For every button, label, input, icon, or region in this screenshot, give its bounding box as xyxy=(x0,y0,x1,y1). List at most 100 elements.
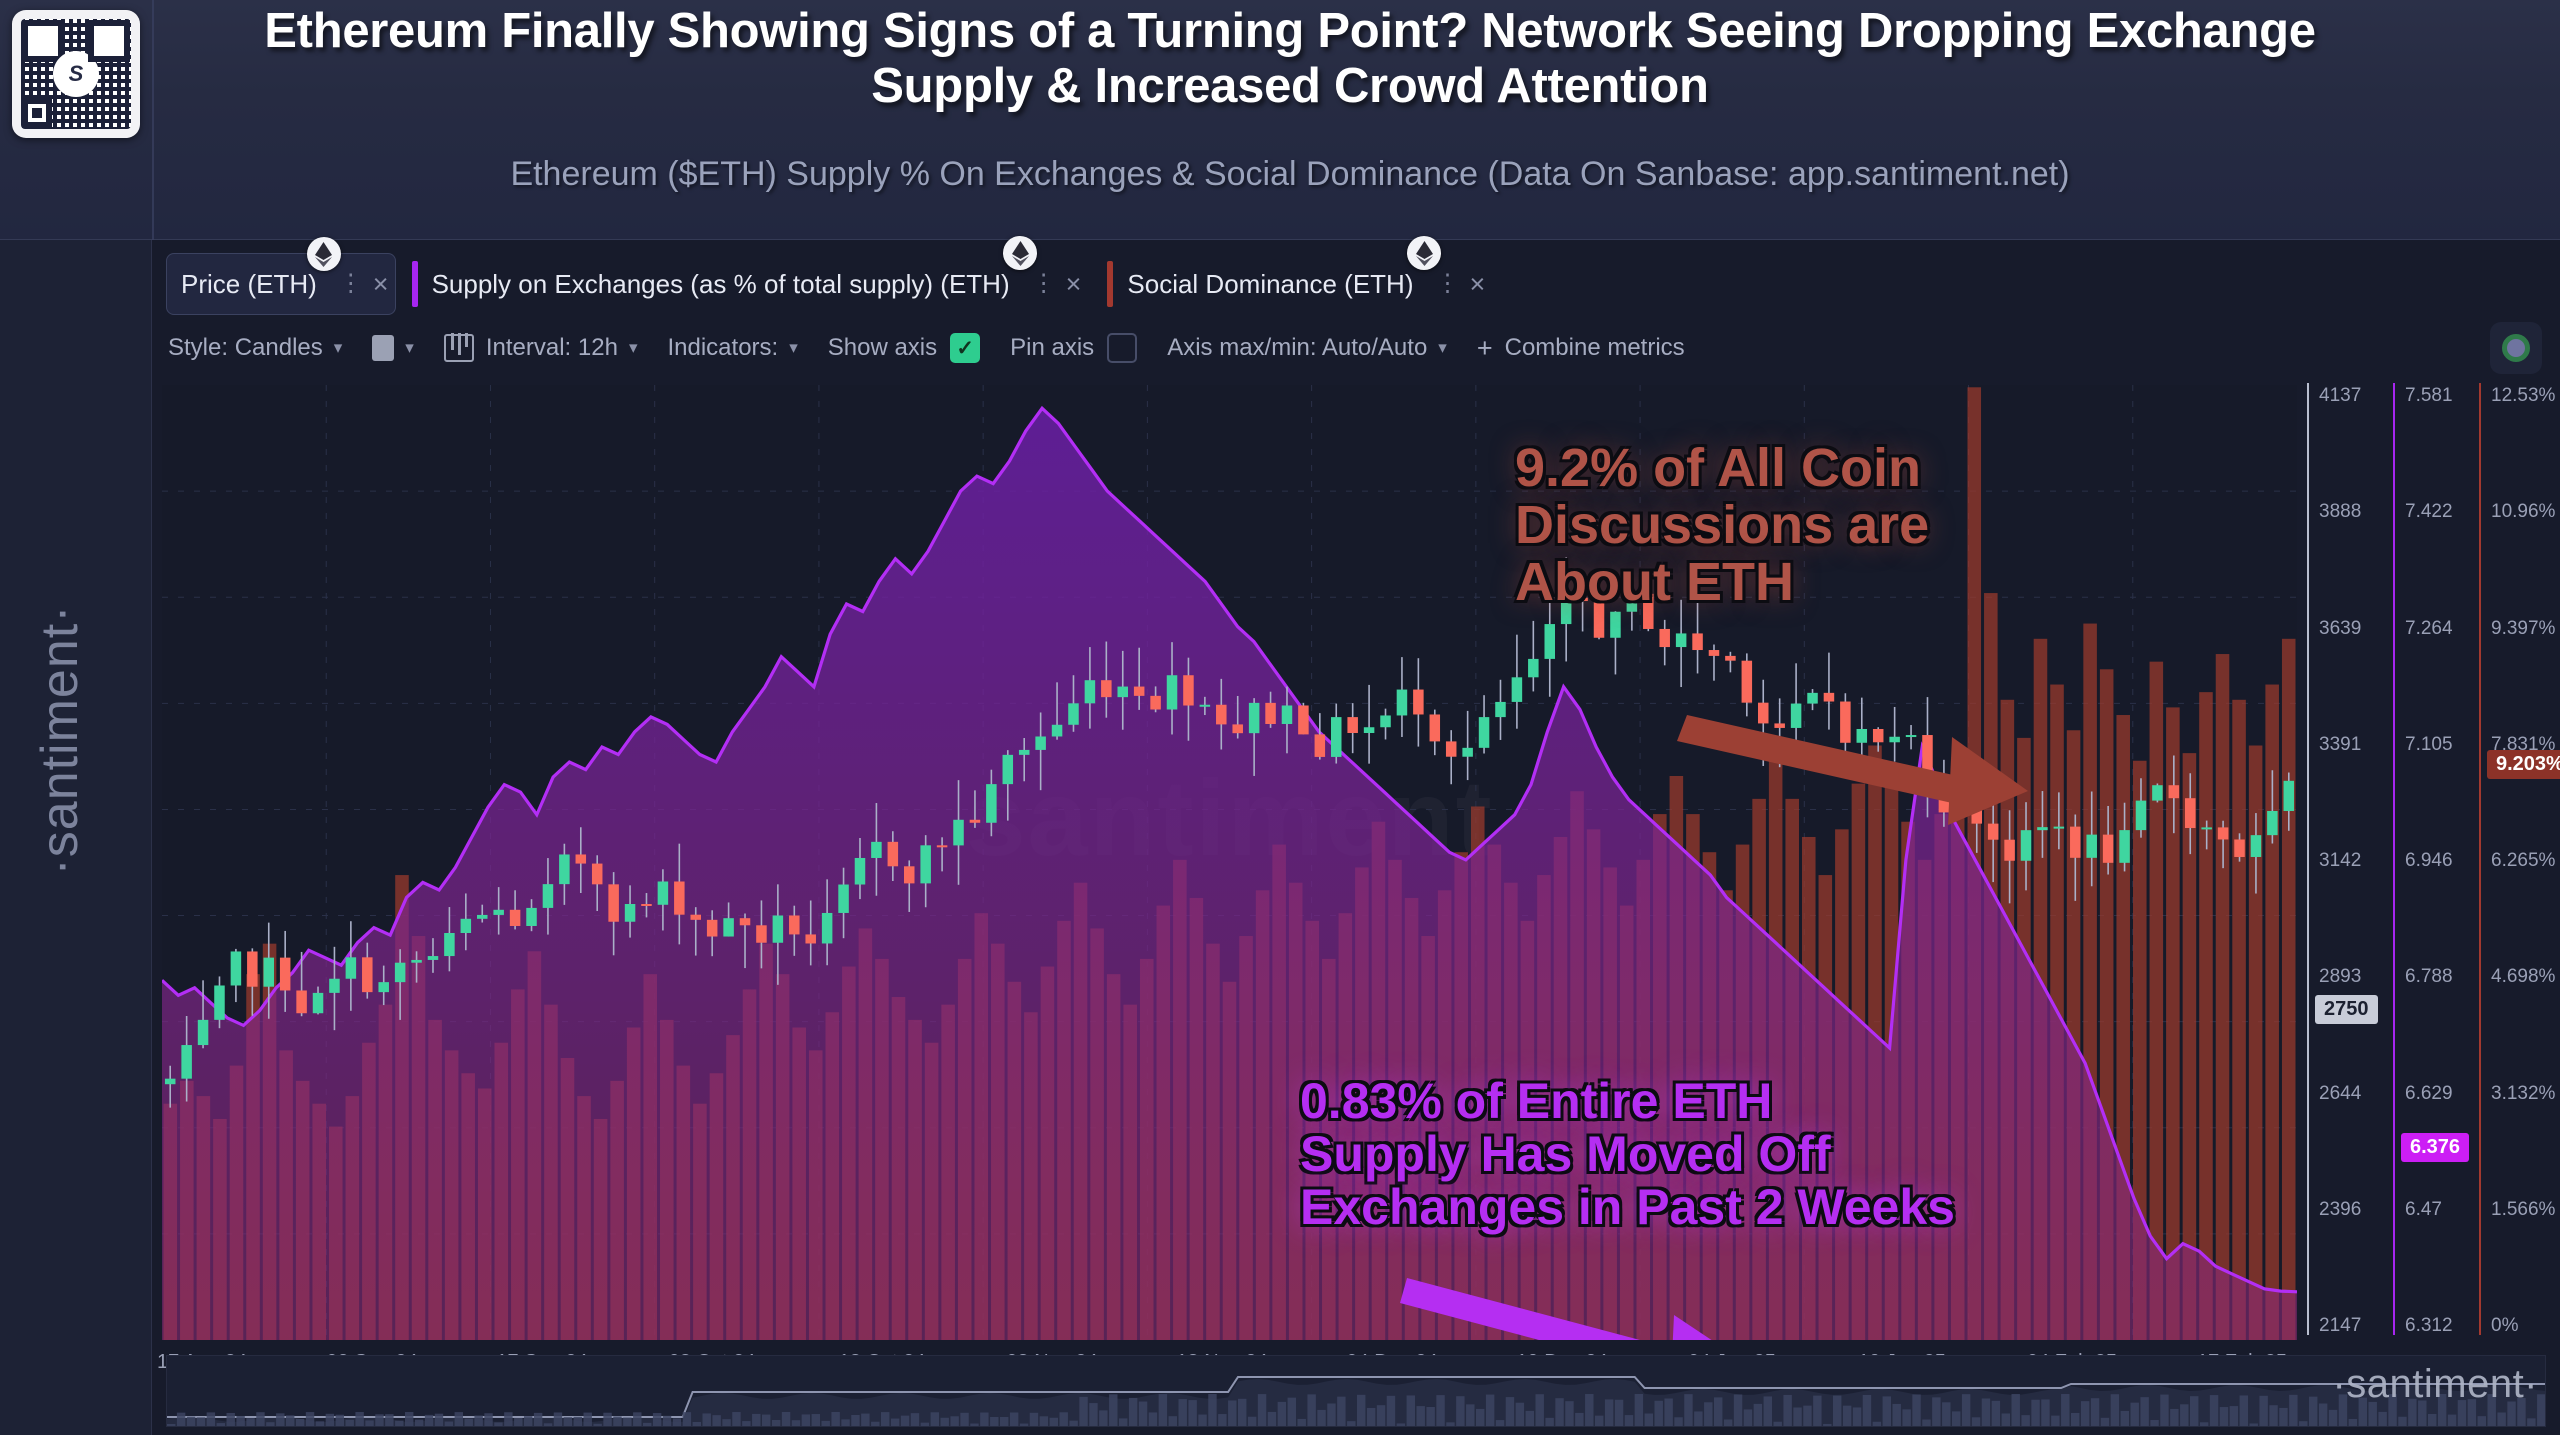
show-axis-checkbox[interactable]: ✓ xyxy=(950,333,981,363)
color-swatch-dropdown[interactable]: ▾ xyxy=(372,335,414,361)
chevron-down-icon: ▾ xyxy=(628,338,638,357)
red-arrow-icon xyxy=(1677,715,2028,825)
annotation-arrows xyxy=(1400,715,2028,1340)
style-dropdown[interactable]: Style: Candles ▾ xyxy=(168,334,342,362)
live-status-icon xyxy=(2502,334,2530,362)
axis-line xyxy=(2393,383,2395,1335)
pin-axis-checkbox[interactable] xyxy=(1107,333,1138,363)
axis-tick-label: 6.946 xyxy=(2405,850,2453,871)
plus-icon: + xyxy=(1476,332,1493,363)
axis-tick-label: 1.566% xyxy=(2491,1198,2556,1220)
left-sidebar: ·santiment· xyxy=(0,240,152,1435)
axis-tick-label: 10.96% xyxy=(2491,501,2556,523)
axis-line xyxy=(2479,383,2481,1335)
minimap-svg xyxy=(167,1376,2545,1426)
page-title: Ethereum Finally Showing Signs of a Turn… xyxy=(264,4,2316,113)
metric-chip-label: Price (ETH) xyxy=(181,268,317,299)
qr-pattern: S xyxy=(21,19,131,129)
axis-current-value-tag: 9.203% xyxy=(2487,750,2560,779)
axis-tick-label: 7.105 xyxy=(2405,733,2453,755)
axis-tick-label: 3639 xyxy=(2319,617,2362,639)
metric-menu-icon[interactable]: ⋮ xyxy=(1435,272,1459,296)
annotation-supply: 0.83% of Entire ETH Supply Has Moved Off… xyxy=(1300,1073,1955,1235)
axis-tick-label: 6.312 xyxy=(2405,1315,2453,1336)
metric-chip-1[interactable]: Supply on Exchanges (as % of total suppl… xyxy=(411,236,1092,315)
axis-line xyxy=(2307,383,2309,1335)
chart-container: santiment 4137 3888 3639 3391 3142 2893 2644 23… xyxy=(152,383,2560,1435)
axis-minmax-label: Axis max/min: Auto/Auto xyxy=(1167,334,1428,361)
metric-chip-label: Social Dominance (ETH) xyxy=(1127,268,1414,299)
axis-tick-label: 4137 xyxy=(2319,385,2362,406)
axis-current-value-tag: 6.376 xyxy=(2401,1133,2470,1162)
chevron-down-icon: ▾ xyxy=(789,338,798,357)
chevron-down-icon: ▾ xyxy=(405,338,414,357)
qr-logo: S xyxy=(53,51,99,97)
axis-tick-label: 7.422 xyxy=(2405,501,2453,523)
qr-code[interactable]: S xyxy=(12,10,140,138)
axis-tick-label: 3142 xyxy=(2319,850,2362,871)
axis-tick-label: 2147 xyxy=(2319,1315,2362,1336)
axis-tick-label: 6.629 xyxy=(2405,1082,2453,1104)
combine-metrics-button[interactable]: + Combine metrics xyxy=(1477,333,1685,364)
show-axis-toggle[interactable]: Show axis ✓ xyxy=(827,333,981,363)
axis-tick-label: 12.53% xyxy=(2491,385,2556,406)
axis-minmax-dropdown[interactable]: Axis max/min: Auto/Auto ▾ xyxy=(1167,334,1447,362)
magenta-arrow-icon xyxy=(1400,1278,1712,1340)
metric-close-icon[interactable]: × xyxy=(1066,269,1082,300)
eth-diamond-icon xyxy=(1003,236,1038,270)
axis-tick-label: 6.47 xyxy=(2405,1198,2442,1220)
sidebar-watermark: ·santiment· xyxy=(31,604,89,876)
axis-current-value-tag: 2750 xyxy=(2315,995,2378,1024)
annotation-social-dominance: 9.2% of All Coin Discussions are About E… xyxy=(1515,438,1930,613)
axis-tick-label: 9.397% xyxy=(2491,617,2556,639)
eth-diamond-icon xyxy=(306,237,341,271)
chevron-down-icon: ▾ xyxy=(333,338,343,357)
metric-close-icon[interactable]: × xyxy=(1469,269,1485,300)
header-divider xyxy=(152,0,154,240)
qr-finder-bottom-left xyxy=(22,98,52,128)
axis-tick-label: 2396 xyxy=(2319,1198,2362,1220)
plot-area[interactable]: santiment xyxy=(162,385,2297,1340)
show-axis-label: Show axis xyxy=(827,334,938,361)
metric-chip-row: Price (ETH) ⋮ × Supply on Exchanges (as % o… xyxy=(166,236,1511,320)
supply-axis[interactable]: 7.581 7.422 7.264 7.105 6.946 6.788 6.629 6.47 6… xyxy=(2393,375,2479,1350)
right-axes: 4137 3888 3639 3391 3142 2893 2644 2396 2147 2750… xyxy=(2307,375,2560,1350)
pin-axis-toggle[interactable]: Pin axis xyxy=(1010,333,1138,363)
price-axis[interactable]: 4137 3888 3639 3391 3142 2893 2644 2396 2147 2750 xyxy=(2307,375,2393,1350)
santiment-logo: ·santiment· xyxy=(2332,1362,2538,1406)
page-subtitle: Ethereum ($ETH) Supply % On Exchanges & … xyxy=(510,155,2070,193)
candlestick-icon xyxy=(443,333,474,362)
axis-tick-label: 3888 xyxy=(2319,501,2362,523)
color-swatch-icon xyxy=(372,335,395,361)
status-indicator-button[interactable] xyxy=(2490,322,2542,374)
chevron-down-icon: ▾ xyxy=(1438,338,1447,357)
range-selector-minimap[interactable] xyxy=(166,1355,2546,1427)
metric-color-bar xyxy=(1107,261,1114,307)
chart-toolbar: Style: Candles ▾ ▾ Interval: 12h ▾ Indic… xyxy=(168,328,1715,368)
axis-tick-label: 0% xyxy=(2491,1315,2519,1336)
metric-color-bar xyxy=(411,261,418,307)
combine-metrics-label: Combine metrics xyxy=(1504,334,1685,361)
style-label: Style: Candles xyxy=(168,334,323,361)
axis-tick-label: 7.264 xyxy=(2405,617,2453,639)
interval-label: Interval: 12h xyxy=(485,334,618,361)
interval-dropdown[interactable]: Interval: 12h ▾ xyxy=(443,333,638,362)
indicators-label: Indicators: xyxy=(667,334,779,361)
chart-panel: Price (ETH) ⋮ × Supply on Exchanges (as % o… xyxy=(152,236,2560,1435)
metric-menu-icon[interactable]: ⋮ xyxy=(339,272,363,296)
metric-close-icon[interactable]: × xyxy=(373,269,389,300)
indicators-dropdown[interactable]: Indicators: ▾ xyxy=(667,334,797,362)
axis-tick-label: 6.788 xyxy=(2405,966,2453,988)
app-body: ·santiment· Price (ETH) ⋮ × Supply on Excha… xyxy=(0,236,2560,1435)
metric-chip-0[interactable]: Price (ETH) ⋮ × xyxy=(166,237,396,315)
axis-tick-label: 3.132% xyxy=(2491,1082,2556,1104)
metric-chip-2[interactable]: Social Dominance (ETH) ⋮ × xyxy=(1107,236,1495,315)
social-dominance-axis[interactable]: 12.53% 10.96% 9.397% 7.831% 6.265% 4.698% 3.13… xyxy=(2479,375,2560,1350)
axis-tick-label: 4.698% xyxy=(2491,966,2556,988)
axis-tick-label: 2893 xyxy=(2319,966,2362,988)
axis-tick-label: 7.581 xyxy=(2405,385,2453,406)
pin-axis-label: Pin axis xyxy=(1010,334,1095,361)
axis-tick-label: 6.265% xyxy=(2491,850,2556,871)
metric-menu-icon[interactable]: ⋮ xyxy=(1032,272,1056,296)
axis-tick-label: 3391 xyxy=(2319,733,2362,755)
